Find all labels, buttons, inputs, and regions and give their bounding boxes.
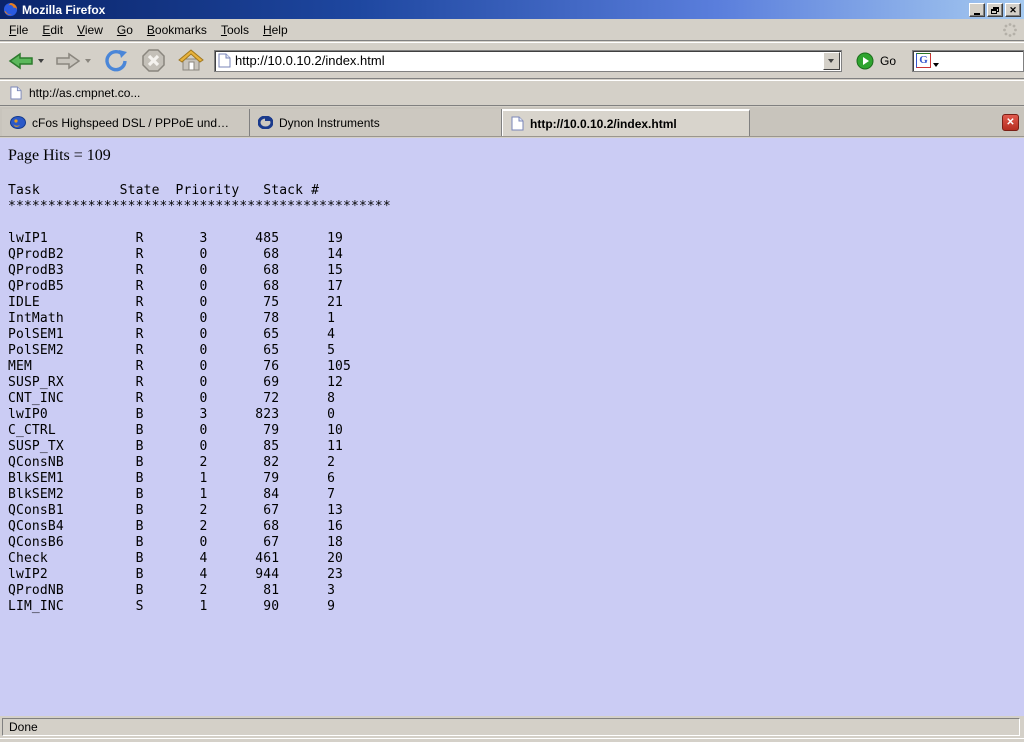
stop-icon (141, 48, 166, 73)
tab-label: Dynon Instruments (279, 116, 380, 130)
page-content: Page Hits = 109 Task State Priority Stac… (0, 138, 1024, 716)
document-icon (511, 116, 524, 131)
menu-view[interactable]: View (70, 20, 110, 40)
restore-button[interactable] (987, 3, 1003, 17)
back-arrow-icon (7, 49, 35, 73)
caption-buttons: ✕ (969, 3, 1021, 17)
stop-button[interactable] (139, 46, 168, 76)
bookmark-item[interactable]: http://as.cmpnet.co... (4, 84, 146, 102)
throbber-icon (1002, 22, 1018, 38)
page-icon (218, 53, 231, 68)
close-button[interactable]: ✕ (1005, 3, 1021, 17)
forward-arrow-icon (54, 49, 82, 73)
task-table: Task State Priority Stack # ************… (8, 183, 1024, 615)
tab-bar: cFos Highspeed DSL / PPPoE und ISDN CAP.… (0, 107, 1024, 137)
browser-window: Mozilla Firefox ✕ File Edit View Go Book… (0, 0, 1024, 742)
window-title: Mozilla Firefox (22, 3, 105, 17)
cfos-icon (10, 116, 26, 129)
go-label: Go (880, 54, 896, 68)
go-icon (856, 52, 874, 70)
close-icon: ✕ (1009, 6, 1017, 15)
search-bar: G (912, 50, 1024, 72)
url-bar (214, 50, 842, 72)
tab-index-html[interactable]: http://10.0.10.2/index.html (502, 109, 750, 136)
status-text: Done (9, 720, 38, 734)
tab-dynon[interactable]: Dynon Instruments (250, 109, 502, 136)
window-bottom-edge (0, 738, 1024, 742)
status-bar: Done (0, 716, 1024, 738)
bookmark-page-icon (10, 86, 22, 100)
tab-label: http://10.0.10.2/index.html (530, 117, 677, 131)
tab-label: cFos Highspeed DSL / PPPoE und ISDN CAP.… (32, 116, 232, 130)
back-dropdown-caret[interactable] (38, 59, 44, 63)
titlebar: Mozilla Firefox ✕ (0, 0, 1024, 19)
menu-bookmarks[interactable]: Bookmarks (140, 20, 214, 40)
go-button[interactable]: Go (856, 52, 896, 70)
navigation-toolbar: Go G (0, 42, 1024, 79)
menu-tools[interactable]: Tools (214, 20, 256, 40)
forward-button[interactable] (52, 46, 84, 76)
menu-help[interactable]: Help (256, 20, 295, 40)
forward-dropdown-caret[interactable] (85, 59, 91, 63)
menu-file[interactable]: File (2, 20, 35, 40)
status-panel: Done (2, 718, 1020, 736)
search-input[interactable] (939, 53, 1009, 69)
url-input[interactable] (235, 52, 823, 70)
minimize-icon (974, 13, 980, 15)
url-dropdown-button[interactable] (823, 52, 840, 70)
restore-icon (991, 7, 999, 14)
bookmarks-toolbar: http://as.cmpnet.co... (0, 80, 1024, 106)
minimize-button[interactable] (969, 3, 985, 17)
home-icon (178, 48, 204, 73)
reload-button[interactable] (101, 46, 131, 76)
bookmark-label: http://as.cmpnet.co... (29, 86, 140, 100)
firefox-icon (3, 2, 18, 17)
home-button[interactable] (176, 46, 206, 76)
menu-go[interactable]: Go (110, 20, 140, 40)
reload-icon (103, 48, 129, 74)
page-hits-text: Page Hits = 109 (8, 147, 1024, 167)
dynon-icon (258, 116, 273, 129)
google-icon: G (916, 53, 931, 68)
menubar: File Edit View Go Bookmarks Tools Help (0, 19, 1024, 41)
close-tab-button[interactable]: ✕ (1002, 114, 1019, 131)
menu-edit[interactable]: Edit (35, 20, 70, 40)
back-button[interactable] (5, 46, 37, 76)
tab-cfos[interactable]: cFos Highspeed DSL / PPPoE und ISDN CAP.… (2, 109, 250, 136)
